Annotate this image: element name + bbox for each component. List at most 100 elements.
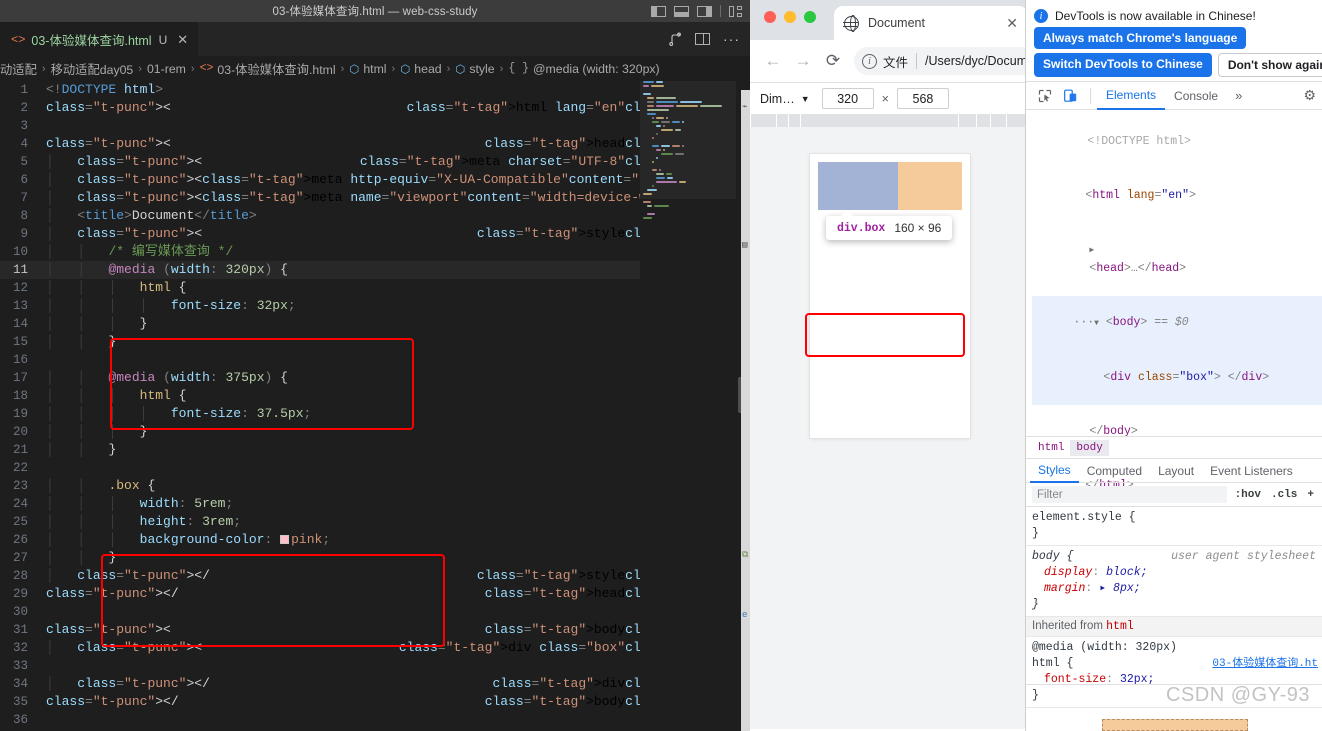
reload-button[interactable]: ⟳ bbox=[818, 46, 848, 76]
code-line[interactable]: 36 bbox=[0, 711, 750, 729]
toggle-device-toolbar-icon[interactable] bbox=[1058, 84, 1084, 108]
code-line[interactable]: 32 │ class="t-punc">< class = "t-tag" >div cl… bbox=[0, 639, 750, 657]
code-line[interactable]: 26 │ │ │ background-color: pink; bbox=[0, 531, 750, 549]
code-line[interactable]: 1 <!DOCTYPE html> bbox=[0, 81, 750, 99]
collapse-arrow-icon[interactable]: ▼ bbox=[1094, 319, 1099, 328]
code-text[interactable]: │ class="t-punc">< bbox=[46, 639, 399, 657]
code-line[interactable]: 9│ class="t-punc"><class="t-tag">stylecl… bbox=[0, 225, 750, 243]
code-text[interactable]: class="t-punc">< bbox=[46, 135, 485, 153]
viewport-height-input[interactable]: 568 bbox=[896, 88, 949, 109]
code-line[interactable]: 10 │ │ /* 编写媒体查询 */ bbox=[0, 243, 750, 261]
code-line[interactable]: 18 │ │ │ html { bbox=[0, 387, 750, 405]
tab-layout[interactable]: Layout bbox=[1150, 459, 1202, 483]
device-preset-select[interactable]: Dim… ▼ bbox=[756, 90, 814, 108]
code-text[interactable]: │ class="t-punc"></ bbox=[46, 567, 477, 585]
panel-left-icon[interactable] bbox=[651, 5, 666, 17]
page-viewport[interactable]: div.box 160 × 96 bbox=[810, 154, 970, 438]
tab-event-listeners[interactable]: Event Listeners bbox=[1202, 459, 1301, 483]
code-line[interactable]: 27 │ │ } bbox=[0, 549, 750, 567]
css-rule-element-style[interactable]: element.style { } bbox=[1026, 507, 1322, 546]
code-line[interactable]: 4class="t-punc"><class="t-tag">headclass… bbox=[0, 135, 750, 153]
code-line[interactable]: 5 │ class="t-punc">< class = "t-tag" >meta ch… bbox=[0, 153, 750, 171]
breadcrumb-item-1[interactable]: 移动适配day05 bbox=[51, 60, 134, 78]
stylesheet-source-link[interactable]: 03-体验媒体查询.ht bbox=[1212, 656, 1318, 672]
minimap-slider[interactable] bbox=[640, 81, 736, 199]
code-line[interactable]: 33 bbox=[0, 657, 750, 675]
split-editor-icon[interactable] bbox=[668, 32, 682, 46]
code-text[interactable]: class="t-punc"></ bbox=[46, 585, 485, 603]
code-text[interactable]: │ class="t-punc">< bbox=[46, 225, 477, 243]
css-rule-body[interactable]: body { user agent stylesheet display: bl… bbox=[1026, 546, 1322, 617]
code-line[interactable]: 28 │ class="t-punc"></class = "t-tag" >style… bbox=[0, 567, 750, 585]
code-line[interactable]: 35class="t-punc"></class="t-tag">bodycla… bbox=[0, 693, 750, 711]
code-line[interactable]: 16 bbox=[0, 351, 750, 369]
expand-arrow-icon[interactable]: ▶ bbox=[1089, 246, 1094, 255]
breadcrumb-item-7[interactable]: { } @media (width: 320px) bbox=[508, 62, 659, 76]
code-line[interactable]: 3 bbox=[0, 117, 750, 135]
breadcrumb-item-3[interactable]: <> 03-体验媒体查询.html bbox=[200, 60, 336, 78]
code-line[interactable]: 20 │ │ │ } bbox=[0, 423, 750, 441]
code-line[interactable]: 6 │ class="t-punc">< class = "t-tag" >meta ht… bbox=[0, 171, 750, 189]
code-line[interactable]: 8 │ <title>Document</title> bbox=[0, 207, 750, 225]
dont-show-again-button[interactable]: Don't show again bbox=[1217, 53, 1322, 77]
browser-tab[interactable]: Document ✕ bbox=[834, 6, 1028, 40]
customize-layout-icon[interactable] bbox=[729, 5, 742, 17]
close-icon[interactable]: ✕ bbox=[1006, 15, 1018, 32]
node-menu-icon[interactable]: ··· bbox=[1073, 316, 1094, 329]
code-line[interactable]: 11 │ │ @media (width: 320px) { bbox=[0, 261, 750, 279]
code-line[interactable]: 23 │ │ .box { bbox=[0, 477, 750, 495]
crumb-html[interactable]: html bbox=[1032, 440, 1070, 456]
dom-row[interactable]: <div class="box"> </div> bbox=[1032, 351, 1322, 405]
back-button[interactable]: ← bbox=[758, 46, 788, 76]
breadcrumb-item-0[interactable]: 动适配 bbox=[0, 60, 37, 78]
tab-elements[interactable]: Elements bbox=[1097, 82, 1166, 110]
close-icon[interactable]: ✕ bbox=[177, 32, 188, 48]
maximize-window-button[interactable] bbox=[804, 11, 816, 23]
filter-input[interactable]: Filter bbox=[1032, 486, 1227, 503]
code-line[interactable]: 2 class="t-punc">< class = "t-tag" >html lang… bbox=[0, 99, 750, 117]
code-text[interactable]: │ class="t-punc"></ bbox=[46, 675, 492, 693]
viewport-width-input[interactable]: 320 bbox=[821, 88, 874, 109]
close-window-button[interactable] bbox=[764, 11, 776, 23]
panel-bottom-icon[interactable] bbox=[674, 5, 689, 17]
more-actions-icon[interactable]: ··· bbox=[723, 32, 740, 46]
code-line[interactable]: 15 │ │ } bbox=[0, 333, 750, 351]
code-line[interactable]: 25 │ │ │ height: 3rem; bbox=[0, 513, 750, 531]
hov-button[interactable]: :hov bbox=[1233, 489, 1263, 501]
code-line[interactable]: 13 │ │ │ │ font-size: 32px; bbox=[0, 297, 750, 315]
editor-minimap[interactable] bbox=[640, 81, 736, 731]
breadcrumb-item-6[interactable]: ⬡ style bbox=[455, 62, 494, 76]
more-tabs-icon[interactable]: » bbox=[1227, 88, 1250, 103]
always-match-language-button[interactable]: Always match Chrome's language bbox=[1034, 27, 1247, 49]
breadcrumb-item-2[interactable]: 01-rem bbox=[147, 62, 186, 76]
code-text[interactable]: │ class="t-punc">< bbox=[46, 153, 360, 171]
code-text[interactable]: │ class="t-punc">< bbox=[46, 189, 202, 207]
minimize-window-button[interactable] bbox=[784, 11, 796, 23]
crumb-body[interactable]: body bbox=[1070, 439, 1109, 456]
dom-row[interactable]: <html lang="en"> bbox=[1032, 169, 1322, 223]
editor-tab[interactable]: <> 03-体验媒体查询.html U ✕ bbox=[0, 22, 199, 56]
code-line[interactable]: 12 │ │ │ html { bbox=[0, 279, 750, 297]
code-lines[interactable]: 1 <!DOCTYPE html> 2 class="t-punc">< class = "… bbox=[0, 81, 750, 731]
code-text[interactable]: class="t-punc">< bbox=[46, 99, 407, 117]
code-line[interactable]: 7 │ class="t-punc">< class = "t-tag" >meta na… bbox=[0, 189, 750, 207]
code-line[interactable]: 21 │ │ } bbox=[0, 441, 750, 459]
switch-to-chinese-button[interactable]: Switch DevTools to Chinese bbox=[1034, 53, 1212, 77]
code-line[interactable]: 29class="t-punc"></class="t-tag">headcla… bbox=[0, 585, 750, 603]
tab-console[interactable]: Console bbox=[1165, 82, 1227, 110]
tab-styles[interactable]: Styles bbox=[1030, 459, 1079, 483]
forward-button[interactable]: → bbox=[788, 46, 818, 76]
code-line[interactable]: 34│ class="t-punc"></class="t-tag">divcl… bbox=[0, 675, 750, 693]
toggle-panel-icon[interactable] bbox=[695, 33, 710, 45]
breadcrumb-item-4[interactable]: ⬡ html bbox=[349, 62, 386, 76]
tab-computed[interactable]: Computed bbox=[1079, 459, 1150, 483]
code-line[interactable]: 22 bbox=[0, 459, 750, 477]
code-text[interactable]: │ class="t-punc">< bbox=[46, 171, 202, 189]
gear-icon[interactable]: ⚙ bbox=[1303, 87, 1316, 104]
cls-button[interactable]: .cls bbox=[1269, 489, 1299, 501]
code-text[interactable]: class="t-punc">< bbox=[46, 621, 485, 639]
code-line[interactable]: 30 bbox=[0, 603, 750, 621]
code-line[interactable]: 19 │ │ │ │ font-size: 37.5px; bbox=[0, 405, 750, 423]
dom-row[interactable]: <!DOCTYPE html> bbox=[1032, 115, 1322, 169]
panel-right-icon[interactable] bbox=[697, 5, 712, 17]
